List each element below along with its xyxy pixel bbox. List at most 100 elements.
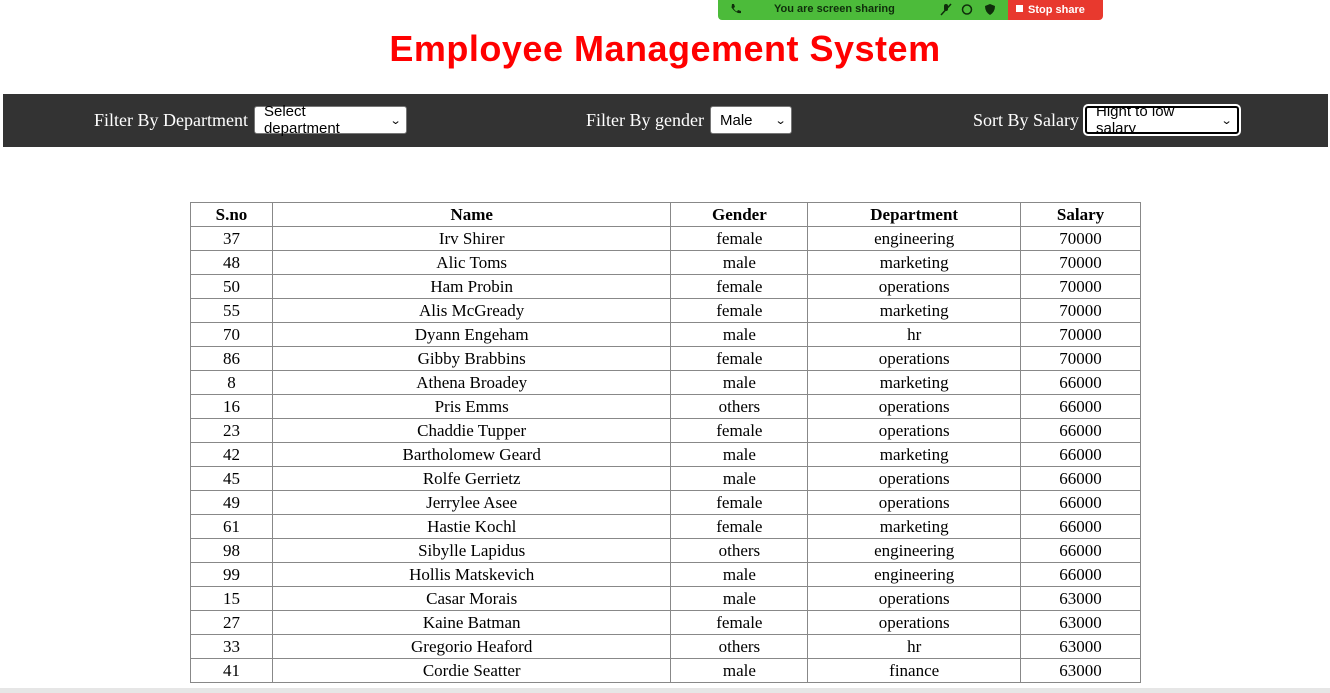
table-row: 70 Dyann Engeham male hr 70000 [190, 322, 1141, 347]
cell-sno: 42 [190, 442, 273, 467]
cell-name: Alis McGready [271, 298, 672, 323]
cell-department: operations [807, 394, 1022, 419]
cell-gender: male [670, 562, 809, 587]
header-sno: S.no [190, 202, 273, 227]
cell-name: Cordie Seatter [271, 658, 672, 683]
cell-department: hr [807, 634, 1022, 659]
cell-name: Hollis Matskevich [271, 562, 672, 587]
table-row: 61 Hastie Kochl female marketing 66000 [190, 514, 1141, 539]
cell-name: Pris Emms [271, 394, 672, 419]
cell-gender: female [670, 418, 809, 443]
cell-name: Chaddie Tupper [271, 418, 672, 443]
cell-department: hr [807, 322, 1022, 347]
cell-salary: 66000 [1020, 442, 1141, 467]
cell-department: operations [807, 586, 1022, 611]
cell-gender: male [670, 322, 809, 347]
cell-name: Gibby Brabbins [271, 346, 672, 371]
screen-share-text: You are screen sharing [774, 3, 895, 15]
table-row: 16 Pris Emms others operations 66000 [190, 394, 1141, 419]
table-row: 8 Athena Broadey male marketing 66000 [190, 370, 1141, 395]
gender-filter: Filter By gender Male ⌄ [586, 106, 792, 134]
cell-salary: 66000 [1020, 490, 1141, 515]
chevron-down-icon: ⌄ [1220, 114, 1233, 127]
cell-gender: female [670, 274, 809, 299]
cell-salary: 66000 [1020, 466, 1141, 491]
salary-sort-select[interactable]: Hight to low salary ⌄ [1083, 103, 1241, 137]
screen-share-bar: You are screen sharing Stop share [718, 0, 1103, 20]
table-row: 50 Ham Probin female operations 70000 [190, 274, 1141, 299]
cell-gender: female [670, 226, 809, 251]
cell-salary: 70000 [1020, 346, 1141, 371]
cell-salary: 66000 [1020, 370, 1141, 395]
cell-gender: male [670, 586, 809, 611]
cell-department: engineering [807, 538, 1022, 563]
cell-salary: 66000 [1020, 418, 1141, 443]
cell-name: Kaine Batman [271, 610, 672, 635]
cell-gender: female [670, 514, 809, 539]
circle-icon[interactable] [961, 3, 973, 19]
table-row: 27 Kaine Batman female operations 63000 [190, 610, 1141, 635]
salary-sort-label: Sort By Salary [973, 109, 1079, 130]
table-row: 99 Hollis Matskevich male engineering 66000 [190, 562, 1141, 587]
cell-department: marketing [807, 514, 1022, 539]
table-row: 42 Bartholomew Geard male marketing 66000 [190, 442, 1141, 467]
cell-salary: 66000 [1020, 538, 1141, 563]
employee-table: S.no Name Gender Department Salary 37 Irv… [190, 202, 1141, 683]
cell-department: finance [807, 658, 1022, 683]
cell-salary: 70000 [1020, 250, 1141, 275]
department-select[interactable]: Select department ⌄ [253, 103, 407, 137]
cell-sno: 99 [190, 562, 273, 587]
table-row: 49 Jerrylee Asee female operations 66000 [190, 490, 1141, 515]
cell-gender: others [670, 394, 809, 419]
horizontal-scrollbar[interactable] [0, 688, 1330, 693]
gender-select[interactable]: Male ⌄ [709, 106, 792, 134]
cell-department: operations [807, 346, 1022, 371]
cell-sno: 49 [190, 490, 273, 515]
cell-gender: male [670, 466, 809, 491]
cell-salary: 63000 [1020, 634, 1141, 659]
cell-sno: 55 [190, 298, 273, 323]
header-department: Department [807, 202, 1022, 227]
cell-salary: 66000 [1020, 394, 1141, 419]
cell-sno: 86 [190, 346, 273, 371]
stop-icon [1016, 4, 1023, 12]
cell-department: operations [807, 466, 1022, 491]
chevron-down-icon: ⌄ [774, 114, 787, 127]
header-salary: Salary [1020, 202, 1141, 227]
cell-salary: 66000 [1020, 514, 1141, 539]
cell-sno: 15 [190, 586, 273, 611]
salary-sort-value: Hight to low salary [1096, 103, 1175, 137]
table-row: 15 Casar Morais male operations 63000 [190, 586, 1141, 611]
stop-share-button[interactable]: Stop share [1008, 0, 1103, 20]
cell-gender: male [670, 370, 809, 395]
cell-sno: 41 [190, 658, 273, 683]
cell-department: marketing [807, 370, 1022, 395]
cell-sno: 48 [190, 250, 273, 275]
phone-icon[interactable] [730, 3, 742, 18]
page-title: Employee Management System [389, 28, 941, 69]
cell-salary: 63000 [1020, 658, 1141, 683]
cell-name: Athena Broadey [271, 370, 672, 395]
cell-name: Jerrylee Asee [271, 490, 672, 515]
table-row: 48 Alic Toms male marketing 70000 [190, 250, 1141, 275]
mic-off-icon[interactable] [940, 3, 952, 19]
cell-sno: 33 [190, 634, 273, 659]
cell-salary: 70000 [1020, 322, 1141, 347]
cell-name: Ham Probin [271, 274, 672, 299]
cell-department: engineering [807, 562, 1022, 587]
cell-name: Hastie Kochl [271, 514, 672, 539]
header-gender: Gender [670, 202, 809, 227]
cell-gender: female [670, 610, 809, 635]
cell-department: operations [807, 490, 1022, 515]
cell-sno: 98 [190, 538, 273, 563]
table-row: 45 Rolfe Gerrietz male operations 66000 [190, 466, 1141, 491]
cell-gender: female [670, 346, 809, 371]
shield-icon[interactable] [984, 3, 996, 19]
cell-department: marketing [807, 250, 1022, 275]
cell-name: Bartholomew Geard [271, 442, 672, 467]
department-filter: Filter By Department Select department ⌄ [94, 103, 407, 137]
cell-salary: 70000 [1020, 226, 1141, 251]
cell-salary: 70000 [1020, 298, 1141, 323]
department-filter-label: Filter By Department [94, 109, 248, 130]
cell-name: Alic Toms [271, 250, 672, 275]
